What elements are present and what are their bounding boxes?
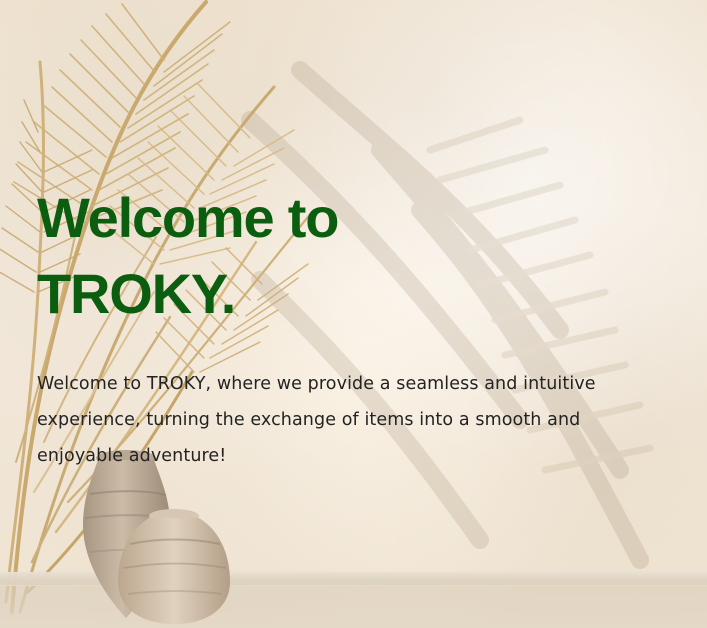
hero-description: Welcome to TROKY, where we provide a sea… bbox=[37, 374, 596, 466]
page-title-line-2: TROKY. bbox=[37, 262, 236, 325]
hero-section: Welcome to TROKY. Welcome to TROKY, wher… bbox=[0, 0, 707, 628]
page-title-line-1: Welcome to bbox=[37, 186, 339, 249]
floor bbox=[0, 570, 707, 628]
hero-content: Welcome to TROKY. Welcome to TROKY, wher… bbox=[37, 180, 622, 474]
page-title: Welcome to TROKY. bbox=[37, 180, 417, 332]
